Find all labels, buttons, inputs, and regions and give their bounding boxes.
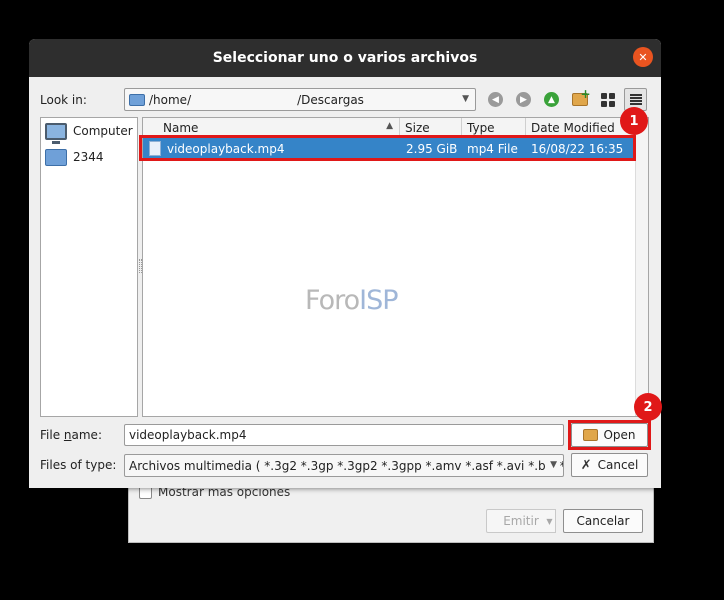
back-button[interactable]: ◀ bbox=[484, 88, 507, 111]
file-chooser-dialog: Seleccionar uno o varios archivos ✕ Look… bbox=[29, 39, 661, 488]
grid-view-icon bbox=[600, 92, 615, 107]
highlight-open-button bbox=[568, 420, 651, 450]
highlight-file-row bbox=[139, 135, 636, 161]
folder-icon bbox=[129, 93, 145, 106]
files-of-type-label: Files of type: bbox=[40, 458, 117, 472]
background-cancel-button[interactable]: Cancelar bbox=[563, 509, 643, 533]
look-in-label: Look in: bbox=[40, 93, 87, 107]
back-arrow-icon: ◀ bbox=[488, 92, 503, 107]
chevron-down-icon[interactable]: ▼ bbox=[462, 94, 469, 104]
sidebar-item-computer[interactable]: Computer bbox=[41, 118, 137, 144]
dialog-titlebar: Seleccionar uno o varios archivos ✕ bbox=[29, 39, 661, 77]
sidebar-item-label: 2344 bbox=[73, 150, 104, 164]
file-name-label: File name: bbox=[40, 428, 102, 442]
sort-ascending-icon: ▲ bbox=[386, 121, 393, 131]
step-badge-1: 1 bbox=[620, 107, 648, 135]
sidebar-item-label: Computer bbox=[73, 124, 133, 138]
up-arrow-icon: ▲ bbox=[544, 92, 559, 107]
cancel-label: Cancel bbox=[597, 458, 639, 472]
new-folder-icon bbox=[571, 87, 591, 106]
cancel-x-icon: ✗ bbox=[580, 457, 592, 473]
folder-icon bbox=[45, 148, 67, 166]
list-view-icon bbox=[629, 93, 642, 106]
look-in-path-b: /Descargas bbox=[297, 92, 364, 107]
close-icon[interactable]: ✕ bbox=[633, 47, 653, 67]
places-sidebar: Computer 2344 bbox=[40, 117, 138, 417]
chevron-down-icon[interactable]: ▼ bbox=[546, 460, 557, 470]
look-in-combo[interactable]: /home/ /Descargas ▼ bbox=[124, 88, 476, 111]
watermark: ForoISP bbox=[305, 285, 399, 316]
forward-button[interactable]: ▶ bbox=[512, 88, 535, 111]
file-list: Name ▲ Size Type Date Modified videoplayb… bbox=[142, 117, 649, 417]
forward-arrow-icon: ▶ bbox=[516, 92, 531, 107]
parent-dir-button[interactable]: ▲ bbox=[540, 88, 563, 111]
cancel-button[interactable]: ✗ Cancel bbox=[571, 453, 648, 477]
emit-dropdown-icon[interactable]: ▼ bbox=[544, 509, 556, 533]
icon-view-button[interactable] bbox=[596, 88, 619, 111]
files-of-type-combo[interactable]: Archivos multimedia ( *.3g2 *.3gp *.3gp2… bbox=[124, 454, 564, 477]
dialog-title: Seleccionar uno o varios archivos bbox=[212, 50, 478, 66]
computer-icon bbox=[45, 122, 67, 144]
vertical-scrollbar[interactable] bbox=[635, 118, 648, 416]
navigation-toolbar: ◀ ▶ ▲ bbox=[484, 87, 647, 111]
files-of-type-value: Archivos multimedia ( *.3g2 *.3gp *.3gp2… bbox=[129, 458, 563, 473]
look-in-path-a: /home/ bbox=[149, 92, 192, 107]
new-folder-button[interactable] bbox=[568, 87, 591, 111]
sidebar-item-2344[interactable]: 2344 bbox=[41, 144, 137, 170]
step-badge-2: 2 bbox=[634, 393, 662, 421]
file-name-input[interactable]: videoplayback.mp4 bbox=[124, 424, 564, 446]
